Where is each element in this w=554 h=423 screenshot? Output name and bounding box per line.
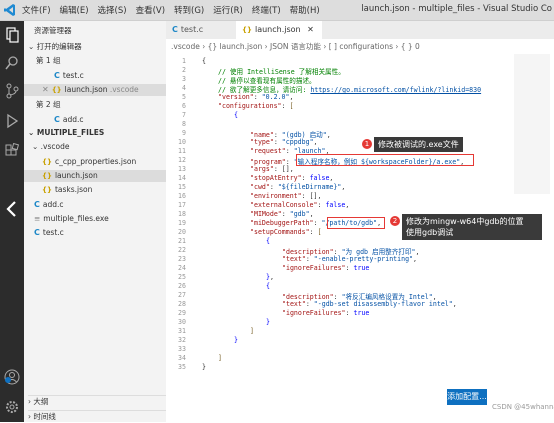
annotation-callout-2: 修改为mingw-w64中gdb的位置 使用gdb调试 — [402, 214, 542, 240]
annotation-badge-1: 1 — [362, 139, 372, 149]
menu-file[interactable]: 文件(F) — [22, 4, 51, 16]
watermark: CSDN @45whanna — [492, 403, 554, 411]
group-1[interactable]: 第 1 组 — [36, 55, 178, 67]
settings-gear-icon[interactable] — [4, 399, 20, 415]
file-add-c[interactable]: Cadd.c — [34, 199, 176, 211]
outline-section[interactable]: › 大纲 — [28, 395, 170, 408]
editor-tabs: Ctest.c {} launch.json ✕ — [166, 21, 554, 39]
menu-help[interactable]: 帮助(H) — [290, 4, 320, 16]
midebugger-highlight-box — [327, 217, 385, 229]
code-editor[interactable]: 1 2 3 4 5 6 7 8 9 10 11 12 13 14 15 16 17 18 19 20 21 22 23 24 2… — [166, 53, 554, 422]
menu-bar: 文件(F) 编辑(E) 选择(S) 查看(V) 转到(G) 运行(R) 终端(T… — [22, 4, 320, 16]
menu-view[interactable]: 查看(V) — [136, 4, 165, 16]
chevron-down-icon: ⌄ — [32, 142, 41, 151]
extensions-icon[interactable] — [4, 143, 20, 159]
c-file-icon: C — [54, 115, 60, 124]
menu-edit[interactable]: 编辑(E) — [60, 4, 89, 16]
add-configuration-button[interactable]: 添加配置... — [447, 389, 487, 405]
search-icon[interactable] — [4, 55, 20, 71]
program-highlight-box — [296, 154, 474, 166]
close-icon[interactable]: ✕ — [42, 85, 49, 94]
json-file-icon: {} — [42, 158, 52, 166]
annotation-badge-2: 2 — [390, 216, 400, 226]
c-file-icon: C — [172, 25, 178, 34]
close-icon[interactable]: ✕ — [307, 25, 314, 34]
file-test-c[interactable]: Ctest.c — [34, 227, 176, 239]
menu-selection[interactable]: 选择(S) — [98, 4, 127, 16]
group-2[interactable]: 第 2 组 — [36, 99, 178, 111]
minimap[interactable] — [514, 54, 550, 194]
tab-launch-json[interactable]: {} launch.json ✕ — [236, 21, 322, 39]
file-c-cpp-properties[interactable]: {} c_cpp_properties.json — [42, 156, 184, 168]
activity-bar — [0, 21, 24, 422]
annotation-callout-1: 修改被调试的.exe文件 — [374, 137, 463, 152]
explorer-icon[interactable] — [4, 27, 20, 43]
vscode-logo-icon — [4, 4, 15, 16]
docs-link[interactable]: https://go.microsoft.com/fwlink/?linkid=… — [310, 86, 481, 94]
source-control-icon[interactable] — [4, 83, 20, 99]
open-editor-launch-json[interactable]: ✕{} launch.json .vscode — [24, 84, 166, 96]
explorer-header: 资源管理器 — [34, 26, 72, 35]
c-file-icon: C — [34, 200, 40, 209]
json-file-icon: {} — [42, 186, 52, 194]
collapse-chevron-icon[interactable] — [2, 199, 22, 219]
vscode-folder[interactable]: ⌄ .vscode — [32, 141, 174, 153]
run-debug-icon[interactable] — [4, 113, 20, 129]
menu-terminal[interactable]: 终端(T) — [252, 4, 281, 16]
explorer-sidebar: 资源管理器 ⌄ 打开的编辑器 第 1 组 Ctest.c ✕{} launch.j… — [24, 21, 170, 422]
menu-run[interactable]: 运行(R) — [213, 4, 243, 16]
json-file-icon: {} — [242, 26, 252, 34]
window-title: launch.json - multiple_files - Visual St… — [361, 4, 552, 14]
binary-file-icon: ≡ — [34, 214, 41, 223]
c-file-icon: C — [54, 71, 60, 80]
breadcrumb[interactable]: .vscode › {} launch.json › JSON 语言功能 › [… — [166, 40, 554, 53]
title-bar: 文件(F) 编辑(E) 选择(S) 查看(V) 转到(G) 运行(R) 终端(T… — [0, 0, 554, 21]
c-file-icon: C — [34, 228, 40, 237]
open-editors-section[interactable]: ⌄ 打开的编辑器 — [28, 41, 170, 53]
project-folder[interactable]: ⌄ MULTIPLE_FILES — [28, 127, 170, 139]
file-tasks-json[interactable]: {} tasks.json — [42, 184, 184, 196]
file-launch-json[interactable]: {} launch.json — [24, 170, 166, 182]
tab-test-c[interactable]: Ctest.c — [166, 21, 232, 39]
menu-go[interactable]: 转到(G) — [174, 4, 204, 16]
chevron-down-icon: ⌄ — [28, 128, 37, 137]
account-icon[interactable] — [4, 369, 20, 385]
json-file-icon: {} — [51, 86, 62, 94]
chevron-down-icon: ⌄ — [28, 42, 37, 51]
timeline-section[interactable]: › 时间线 — [28, 410, 170, 423]
json-file-icon: {} — [42, 172, 52, 180]
file-multiple-files-exe[interactable]: ≡ multiple_files.exe — [34, 213, 176, 225]
